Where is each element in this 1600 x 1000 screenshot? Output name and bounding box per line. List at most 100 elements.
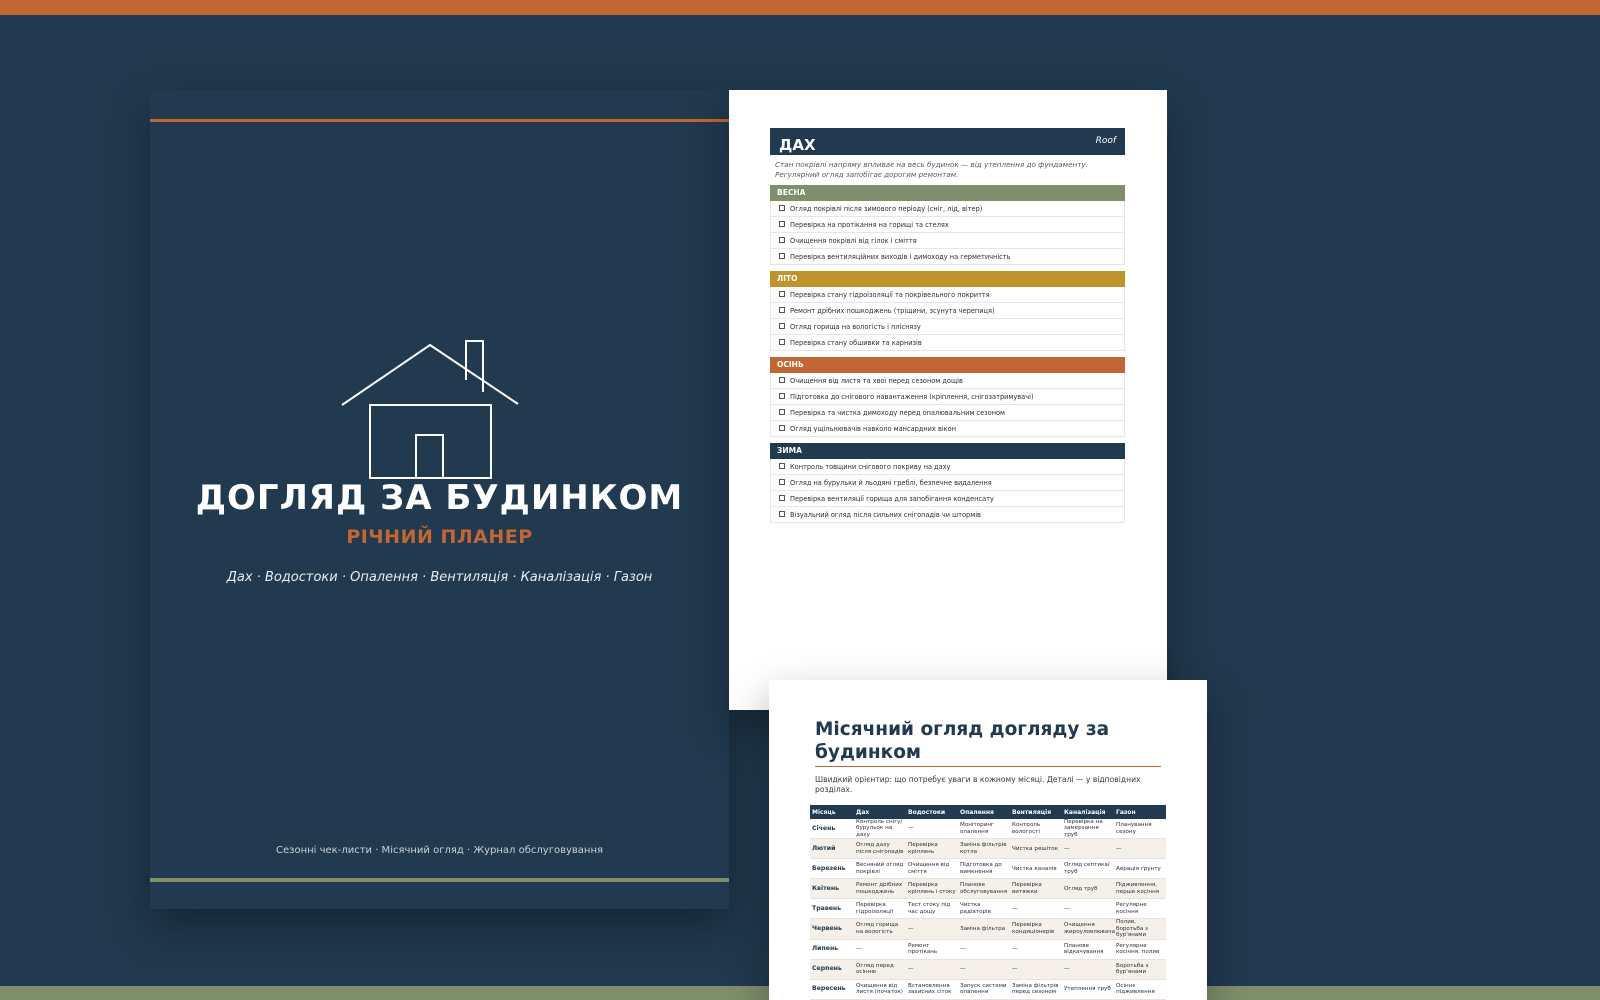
table-cell: Перевірка гідроізоляції	[854, 898, 906, 920]
checkbox-icon[interactable]	[779, 253, 785, 259]
table-cell: Моніторинг опалення	[958, 819, 1010, 840]
table-cell: Контроль вологості	[1010, 819, 1062, 840]
season-section: ОСІНЬ Очищення від листя та хвої перед се…	[770, 357, 1125, 437]
roof-intro-line: Стан покрівлі напряму впливає на весь бу…	[775, 160, 1088, 169]
table-header-cell: Водостоки	[906, 805, 958, 819]
table-cell: Регулярне косіння, полив	[1114, 939, 1166, 960]
checkbox-icon[interactable]	[779, 377, 785, 383]
table-cell: Чистка решіток	[1010, 838, 1062, 860]
table-cell: Заміна фільтрів котла	[958, 838, 1010, 860]
checklist-item[interactable]: Контроль товщини снігового покриву на да…	[770, 459, 1125, 475]
checklist-item-label: Перевірка на протікання на горищі та сте…	[790, 221, 949, 229]
checkbox-icon[interactable]	[779, 307, 785, 313]
table-cell: Заміна фільтра	[958, 918, 1010, 940]
cover-footer: Сезонні чек-листи · Місячний огляд · Жур…	[276, 845, 603, 856]
checklist-item[interactable]: Очищення покрівлі від гілок і сміття	[770, 233, 1125, 249]
checklist-item[interactable]: Перевірка стану гідроізоляції та покріве…	[770, 287, 1125, 303]
cover-top-rule	[150, 119, 729, 122]
checklist-item-label: Огляд покрівлі після зимового періоду (с…	[790, 205, 983, 213]
checkbox-icon[interactable]	[779, 495, 785, 501]
table-row: Лютий Огляд даху після снігопадів Перевірк…	[810, 838, 1166, 860]
checklist-item[interactable]: Огляд горища на вологість і пліснязу	[770, 319, 1125, 335]
checklist-item-label: Ремонт дрібних пошкоджень (тріщини, зсун…	[790, 307, 995, 315]
checkbox-icon[interactable]	[779, 205, 785, 211]
checklist-item[interactable]: Візуальний огляд після сильних снігопаді…	[770, 507, 1125, 523]
checklist-item-label: Огляд ущільнювачів навколо мансардних ві…	[790, 425, 957, 433]
monthly-intro: Швидкий орієнтир: що потребує уваги в ко…	[815, 775, 1141, 795]
checkbox-icon[interactable]	[779, 425, 785, 431]
roof-header: ДАХ Roof	[770, 128, 1125, 155]
checklist-item-label: Перевірка та чистка димоходу перед опалю…	[790, 409, 1006, 417]
season-section: ЗИМА Контроль товщини снігового покриву н…	[770, 443, 1125, 523]
table-row: Липень — Ремонт протікань — — Планове відкачу…	[810, 939, 1166, 960]
checklist-item-label: Підготовка до снігового навантаження (кр…	[790, 393, 1034, 401]
table-cell: Очищення жироуловлювача	[1062, 918, 1115, 940]
checkbox-icon[interactable]	[779, 221, 785, 227]
table-header-cell: Дах	[854, 805, 906, 819]
checkbox-icon[interactable]	[779, 511, 785, 517]
monthly-title-rule	[815, 766, 1161, 767]
table-header-cell: Місяць	[810, 805, 854, 819]
table-month-cell: Травень	[810, 898, 854, 920]
checklist-item[interactable]: Підготовка до снігового навантаження (кр…	[770, 389, 1125, 405]
checklist-item[interactable]: Ремонт дрібних пошкоджень (тріщини, зсун…	[770, 303, 1125, 319]
table-cell: Огляд перед осінню	[854, 959, 906, 980]
checklist-item[interactable]: Очищення від листя та хвої перед сезоном…	[770, 373, 1125, 389]
table-cell: —	[1062, 838, 1114, 860]
checkbox-icon[interactable]	[779, 339, 785, 345]
season-header: ОСІНЬ	[770, 357, 1125, 373]
monthly-overview-page: Місячний огляд догляду за будинком Швидк…	[769, 680, 1207, 1000]
cover-page: ДОГЛЯД ЗА БУДИНКОМ РІЧНИЙ ПЛАНЕР Дах · В…	[150, 90, 729, 909]
checklist-item-label: Огляд на бурульки й льодяні греблі, безп…	[790, 479, 992, 487]
cover-topics: Дах · Водостоки · Опалення · Вентиляція …	[226, 570, 653, 585]
table-cell: —	[958, 959, 1010, 980]
checklist-item[interactable]: Перевірка та чистка димоходу перед опалю…	[770, 405, 1125, 421]
roof-title: ДАХ	[779, 136, 816, 154]
checklist-item-label: Контроль товщини снігового покриву на да…	[790, 463, 951, 471]
table-cell: —	[1062, 959, 1114, 980]
table-row: Квітень Ремонт дрібних пошкоджень Перевірк…	[810, 878, 1166, 900]
monthly-title: Місячний огляд догляду за будинком	[815, 719, 1110, 763]
table-cell: Перевірка кріплень і стоку	[906, 878, 958, 900]
table-cell: Аерація ґрунту	[1114, 858, 1166, 880]
checklist-item-label: Перевірка стану обшивки та карнизів	[790, 339, 922, 347]
table-cell: —	[1010, 939, 1062, 960]
table-cell: Осіннє підживлення	[1114, 979, 1166, 1000]
table-cell: Планове відкачування	[1062, 939, 1114, 960]
checklist-item[interactable]: Огляд ущільнювачів навколо мансардних ві…	[770, 421, 1125, 437]
checklist-item[interactable]: Огляд на бурульки й льодяні греблі, безп…	[770, 475, 1125, 491]
checklist-item-label: Перевірка стану гідроізоляції та покріве…	[790, 291, 990, 299]
table-cell: Очищення від сміття	[906, 858, 958, 880]
checkbox-icon[interactable]	[779, 463, 785, 469]
checklist-item[interactable]: Перевірка вентиляційних виходів і димохо…	[770, 249, 1125, 265]
table-cell: —	[1010, 898, 1062, 920]
checkbox-icon[interactable]	[779, 409, 785, 415]
table-cell: Огляд даху після снігопадів	[854, 838, 906, 860]
table-cell: Регулярне косіння	[1114, 898, 1166, 920]
checkbox-icon[interactable]	[779, 291, 785, 297]
table-cell: Перевірка на замерзання труб	[1062, 819, 1114, 840]
table-cell: —	[958, 939, 1010, 960]
table-cell: Перевірка кондиціонерів	[1010, 918, 1062, 940]
table-month-cell: Січень	[810, 819, 854, 840]
checklist-item[interactable]: Перевірка на протікання на горищі та сте…	[770, 217, 1125, 233]
checklist-item[interactable]: Перевірка вентиляції горища для запобіга…	[770, 491, 1125, 507]
table-cell: Підживлення, перше косіння	[1114, 878, 1166, 900]
checklist-item[interactable]: Перевірка стану обшивки та карнизів	[770, 335, 1125, 351]
table-month-cell: Серпень	[810, 959, 854, 980]
checkbox-icon[interactable]	[779, 237, 785, 243]
table-cell: —	[1114, 838, 1166, 860]
table-cell: —	[1062, 898, 1114, 920]
table-header-row: Місяць Дах Водостоки Опалення Вентиляція Кана…	[810, 805, 1166, 819]
checklist-item-label: Очищення покрівлі від гілок і сміття	[790, 237, 917, 245]
checkbox-icon[interactable]	[779, 323, 785, 329]
checkbox-icon[interactable]	[779, 393, 785, 399]
table-cell: —	[906, 918, 958, 940]
checkbox-icon[interactable]	[779, 479, 785, 485]
roof-intro-line: Регулярний огляд запобігає дорогим ремон…	[775, 169, 959, 179]
top-accent-bar	[0, 0, 1600, 15]
table-cell: Тест стоку під час дощу	[906, 898, 958, 920]
roof-title-en: Roof	[1095, 136, 1116, 146]
table-month-cell: Червень	[810, 918, 854, 940]
checklist-item[interactable]: Огляд покрівлі після зимового періоду (с…	[770, 201, 1125, 217]
